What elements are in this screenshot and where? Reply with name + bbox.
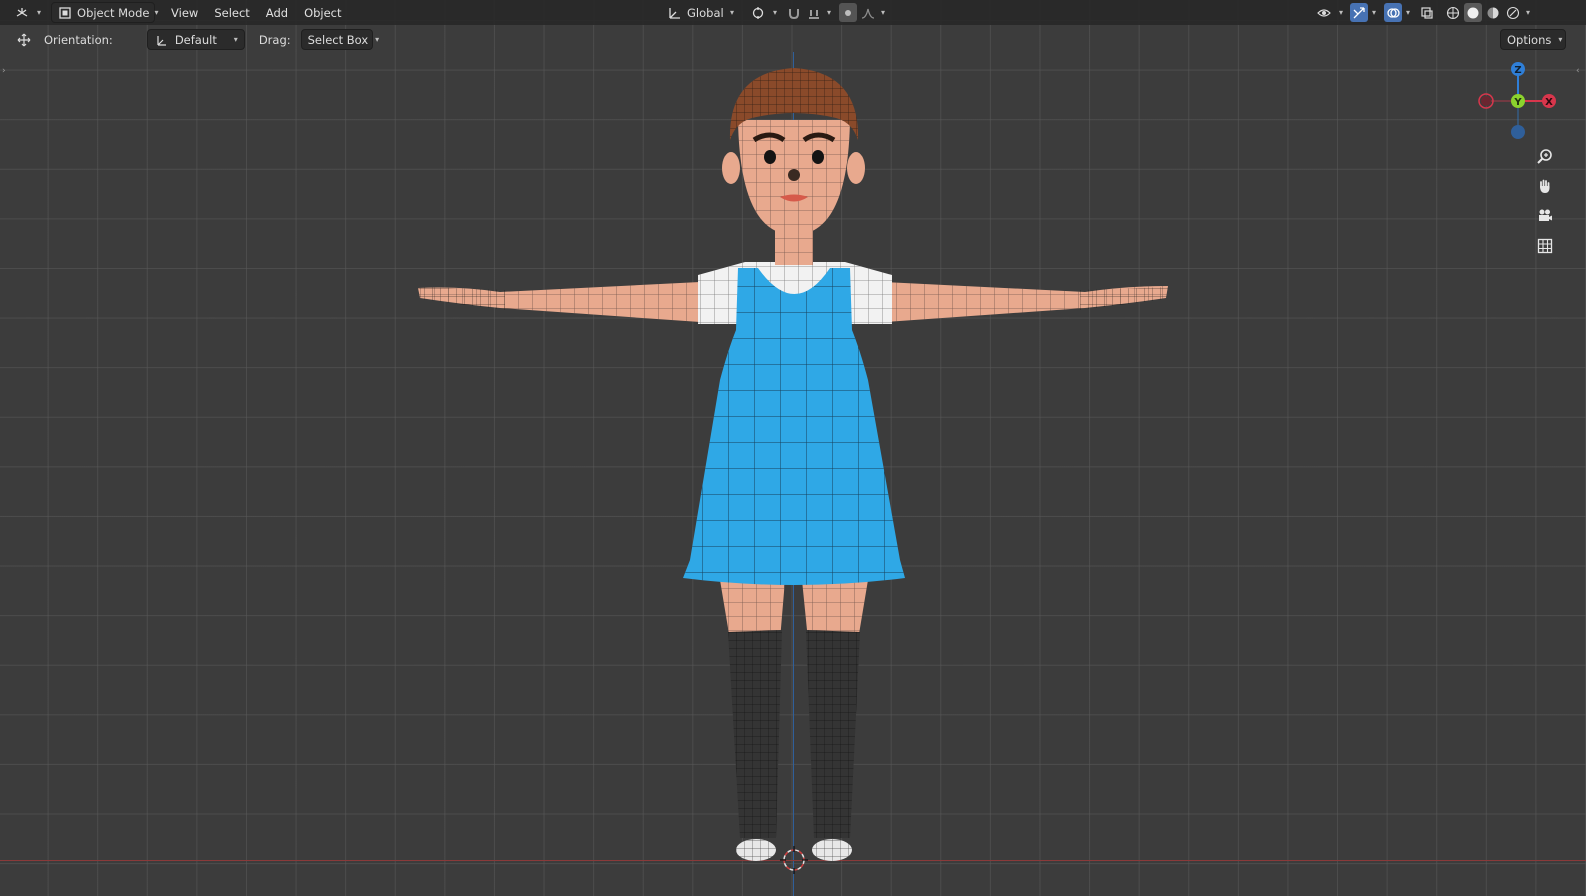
chevron-down-icon: ▾ bbox=[773, 8, 778, 17]
transform-orientation-selector[interactable]: Global ▾ bbox=[660, 3, 740, 22]
xray-group bbox=[1418, 3, 1436, 22]
menu-view[interactable]: View bbox=[163, 3, 206, 22]
chevron-down-icon: ▾ bbox=[1406, 8, 1411, 17]
chevron-down-icon: ▾ bbox=[37, 8, 42, 17]
tool-settings-bar: Orientation: Default ▾ Drag: Select Box … bbox=[0, 27, 1586, 52]
viewport-header: ▾ Object Mode ▾ View Select Add Object G… bbox=[0, 0, 1586, 25]
move-tool-icon[interactable] bbox=[16, 32, 32, 48]
overlay-group: ▾ bbox=[1384, 3, 1410, 22]
3d-cursor[interactable] bbox=[780, 846, 808, 874]
shading-wireframe-icon[interactable] bbox=[1444, 3, 1462, 22]
chevron-down-icon: ▾ bbox=[375, 35, 380, 44]
shading-group: ▾ bbox=[1444, 3, 1530, 22]
proportional-group: ▾ bbox=[839, 3, 885, 22]
hand-pan-icon[interactable] bbox=[1532, 173, 1558, 199]
gizmo-x-label: X bbox=[1545, 97, 1553, 108]
gizmo-y-label: Y bbox=[1513, 97, 1522, 108]
orientation-value: Default bbox=[174, 32, 217, 47]
chevron-down-icon: ▾ bbox=[729, 8, 734, 17]
drag-value: Select Box bbox=[307, 32, 369, 47]
axes-default-icon bbox=[154, 32, 170, 48]
pivot-point-selector[interactable]: ▾ bbox=[744, 3, 783, 22]
shading-solid-icon[interactable] bbox=[1464, 3, 1483, 22]
menu-add[interactable]: Add bbox=[258, 3, 296, 22]
snap-magnet-icon[interactable] bbox=[785, 3, 803, 22]
editor-type-button[interactable]: ▾ bbox=[8, 3, 47, 22]
navigation-buttons bbox=[1532, 143, 1560, 263]
snap-target-icon[interactable] bbox=[805, 3, 823, 22]
chevron-down-icon: ▾ bbox=[881, 8, 886, 17]
falloff-curve-icon[interactable] bbox=[859, 3, 877, 22]
object-mode-icon bbox=[58, 5, 72, 21]
drag-label: Drag: bbox=[258, 32, 291, 47]
chevron-down-icon: ▾ bbox=[233, 35, 238, 44]
sidebar-expand-arrow-icon[interactable]: ‹ bbox=[1576, 66, 1580, 76]
orientation-dropdown[interactable]: Default ▾ bbox=[146, 29, 245, 50]
gizmo-toggle-icon[interactable] bbox=[1350, 3, 1369, 22]
shading-rendered-icon[interactable] bbox=[1504, 3, 1522, 22]
camera-icon[interactable] bbox=[1532, 203, 1558, 229]
gizmo-group: ▾ bbox=[1350, 3, 1376, 22]
snap-group: ▾ bbox=[785, 3, 831, 22]
proportional-edit-icon[interactable] bbox=[839, 3, 858, 22]
pivot-point-icon bbox=[750, 5, 766, 21]
chevron-down-icon: ▾ bbox=[1558, 35, 1563, 44]
options-label: Options bbox=[1507, 32, 1552, 47]
legs bbox=[720, 580, 868, 861]
overlay-icon[interactable] bbox=[1384, 3, 1403, 22]
drag-dropdown[interactable]: Select Box ▾ bbox=[300, 29, 379, 50]
chevron-down-icon: ▾ bbox=[827, 8, 832, 17]
orientation-axes-icon bbox=[666, 5, 682, 21]
orientation-label: Orientation: bbox=[44, 32, 113, 47]
chevron-down-icon: ▾ bbox=[154, 8, 159, 17]
navigation-gizmo[interactable]: Z X Y bbox=[1470, 58, 1566, 148]
menu-object[interactable]: Object bbox=[296, 3, 349, 22]
zoom-icon[interactable] bbox=[1532, 143, 1558, 169]
character-mesh[interactable] bbox=[400, 60, 1190, 880]
viewport-editor-icon bbox=[14, 5, 30, 21]
gizmo-neg-x-fill bbox=[1481, 96, 1491, 106]
toolbar-expand-arrow-icon[interactable]: › bbox=[2, 66, 6, 76]
shading-material-icon[interactable] bbox=[1484, 3, 1502, 22]
mode-label: Object Mode bbox=[77, 5, 150, 20]
eye-visibility-icon bbox=[1316, 5, 1332, 21]
chevron-down-icon: ▾ bbox=[1339, 8, 1344, 17]
chevron-down-icon: ▾ bbox=[1526, 8, 1531, 17]
mode-selector[interactable]: Object Mode ▾ bbox=[51, 2, 159, 23]
right-tools: ▾ ▾ ▾ ▾ bbox=[1313, 3, 1530, 22]
gizmo-neg-z-axis[interactable] bbox=[1511, 125, 1525, 139]
center-tools: Global ▾ ▾ ▾ ▾ bbox=[660, 3, 885, 22]
options-dropdown[interactable]: Options ▾ bbox=[1500, 29, 1566, 50]
orientation-label: Global bbox=[687, 5, 724, 20]
visibility-selector[interactable]: ▾ bbox=[1313, 3, 1346, 22]
gizmo-z-label: Z bbox=[1514, 65, 1521, 76]
grid-ortho-icon[interactable] bbox=[1532, 233, 1558, 259]
menu-select[interactable]: Select bbox=[206, 3, 257, 22]
chevron-down-icon: ▾ bbox=[1372, 8, 1377, 17]
head bbox=[722, 68, 865, 265]
xray-toggle-icon[interactable] bbox=[1418, 3, 1436, 22]
header-menus: View Select Add Object bbox=[163, 3, 350, 22]
